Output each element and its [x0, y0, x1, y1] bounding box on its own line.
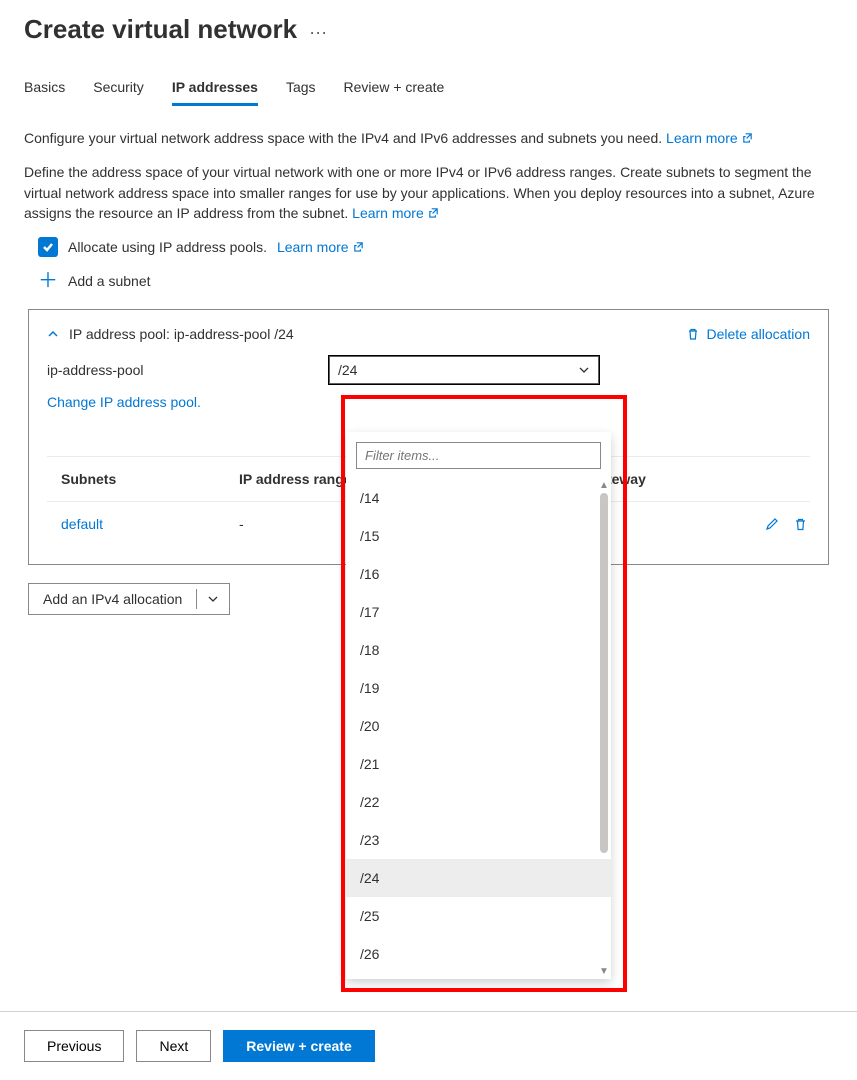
- chevron-down-icon[interactable]: [197, 586, 229, 612]
- dropdown-option[interactable]: /23: [346, 821, 611, 859]
- external-link-icon: [428, 207, 439, 218]
- scroll-thumb[interactable]: [600, 493, 608, 853]
- scroll-down-icon[interactable]: ▼: [599, 967, 609, 977]
- tab-security[interactable]: Security: [93, 73, 144, 105]
- dropdown-option[interactable]: /24: [346, 859, 611, 897]
- wizard-footer: Previous Next Review + create: [0, 1011, 857, 1080]
- chevron-down-icon: [578, 364, 590, 376]
- dropdown-option[interactable]: /19: [346, 669, 611, 707]
- add-subnet-button[interactable]: ＋ Add a subnet: [38, 271, 833, 291]
- dropdown-options-list: /14 /15 /16 /17 /18 /19 /20 /21 /22 /23 …: [346, 479, 611, 979]
- cidr-dropdown-trigger[interactable]: /24: [329, 356, 599, 384]
- external-link-icon: [353, 241, 364, 252]
- add-subnet-label: Add a subnet: [68, 273, 151, 289]
- tab-ip-addresses[interactable]: IP addresses: [172, 73, 258, 105]
- dropdown-option[interactable]: /22: [346, 783, 611, 821]
- page-title: Create virtual network: [24, 14, 297, 45]
- dropdown-option[interactable]: /17: [346, 593, 611, 631]
- tab-tags[interactable]: Tags: [286, 73, 316, 105]
- scroll-up-icon[interactable]: ▲: [599, 481, 609, 491]
- allocate-pools-checkbox[interactable]: [38, 237, 58, 257]
- learn-more-link-1[interactable]: Learn more: [666, 130, 753, 146]
- dropdown-filter-input[interactable]: [356, 442, 601, 469]
- external-link-icon: [742, 132, 753, 143]
- tab-review-create[interactable]: Review + create: [344, 73, 445, 105]
- dropdown-option[interactable]: /14: [346, 479, 611, 517]
- change-ip-pool-link[interactable]: Change IP address pool.: [47, 394, 201, 410]
- cidr-dropdown-panel: /14 /15 /16 /17 /18 /19 /20 /21 /22 /23 …: [346, 432, 611, 979]
- subnet-name-link[interactable]: default: [61, 516, 103, 532]
- add-allocation-label: Add an IPv4 allocation: [29, 584, 196, 614]
- edit-icon[interactable]: [764, 517, 779, 532]
- dropdown-option[interactable]: /26: [346, 935, 611, 973]
- dropdown-scrollbar[interactable]: ▲ ▼: [599, 481, 609, 977]
- pool-header-text: IP address pool: ip-address-pool /24: [69, 326, 294, 342]
- learn-more-link-3[interactable]: Learn more: [277, 239, 364, 255]
- dropdown-option[interactable]: /18: [346, 631, 611, 669]
- dropdown-option[interactable]: /15: [346, 517, 611, 555]
- trash-icon: [686, 327, 700, 341]
- tabs: Basics Security IP addresses Tags Review…: [0, 51, 857, 106]
- more-actions-button[interactable]: ···: [305, 18, 331, 47]
- chevron-up-icon[interactable]: [47, 328, 59, 340]
- cidr-dropdown-value: /24: [338, 362, 357, 378]
- tab-basics[interactable]: Basics: [24, 73, 65, 105]
- dropdown-option[interactable]: /16: [346, 555, 611, 593]
- plus-icon: ＋: [38, 271, 58, 291]
- previous-button[interactable]: Previous: [24, 1030, 124, 1062]
- allocate-pools-label: Allocate using IP address pools.: [68, 239, 267, 255]
- review-create-button[interactable]: Review + create: [223, 1030, 374, 1062]
- dropdown-option[interactable]: /20: [346, 707, 611, 745]
- trash-icon[interactable]: [793, 517, 808, 532]
- col-header-subnets: Subnets: [49, 471, 239, 487]
- add-ipv4-allocation-button[interactable]: Add an IPv4 allocation: [28, 583, 230, 615]
- learn-more-link-2[interactable]: Learn more: [352, 205, 439, 221]
- dropdown-option[interactable]: /25: [346, 897, 611, 935]
- pool-name-label: ip-address-pool: [47, 362, 329, 378]
- dropdown-option[interactable]: /21: [346, 745, 611, 783]
- intro-text-1: Configure your virtual network address s…: [24, 130, 662, 146]
- delete-allocation-button[interactable]: Delete allocation: [686, 326, 810, 342]
- next-button[interactable]: Next: [136, 1030, 211, 1062]
